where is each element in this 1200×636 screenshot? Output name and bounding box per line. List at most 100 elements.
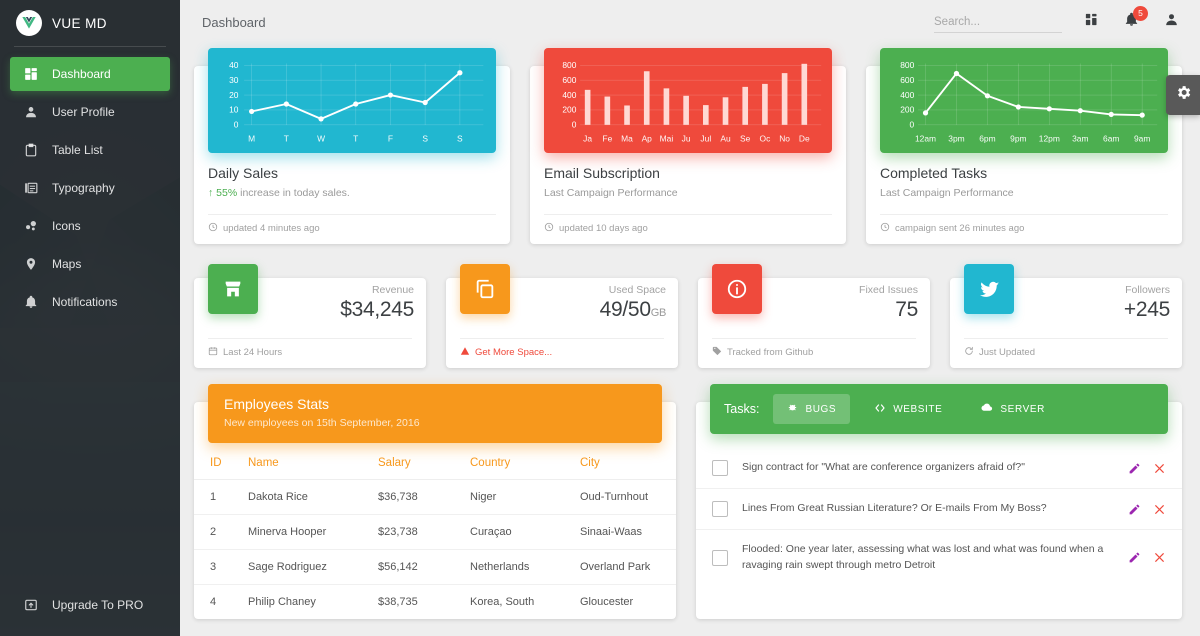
table-row[interactable]: 4 Philip Chaney $38,735 Korea, South Glo… [194,585,676,620]
task-checkbox[interactable] [712,501,728,517]
task-actions [1128,462,1166,475]
stat-footer: Get More Space... [460,338,664,359]
cell-id: 3 [194,549,240,585]
topbar: Dashboard 5 [180,0,1200,44]
svg-text:10: 10 [229,105,239,115]
card-employees-stats: Employees Stats New employees on 15th Se… [194,384,676,620]
bubble-chart-icon [22,219,40,233]
cell-id: 1 [194,479,240,515]
svg-text:800: 800 [562,60,576,70]
table-header: ID Name Salary Country City [194,443,676,480]
card-title: Daily Sales [208,165,279,181]
svg-text:200: 200 [900,105,914,115]
completed-tasks-chart[interactable]: 800 600 400 200 0 12am 3pm 6pm 9pm 12pm 3am 6am… [880,48,1168,153]
unarchive-icon [22,598,40,612]
svg-text:200: 200 [562,105,576,115]
task-text: Lines From Great Russian Literature? Or … [742,502,1047,515]
update-icon [964,346,974,359]
sidebar-item-label: Maps [52,257,82,271]
card-email-subscription: 800 600 400 200 0 Ja Fe Ma Ap Mai Ju Jul… [530,48,846,244]
sidebar-item-label: User Profile [52,105,115,119]
stat-footer: Tracked from Github [712,338,916,359]
sidebar-item-table-list[interactable]: Table List [10,133,170,167]
card-tasks: Tasks: BUGS WEBSITE SERVER Sign contract… [696,384,1182,619]
card-completed-tasks: 800 600 400 200 0 12am 3pm 6pm 9pm 12pm 3am 6am… [866,48,1182,244]
user-menu-button[interactable] [1160,11,1182,33]
table-row[interactable]: 3 Sage Rodriguez $56,142 Netherlands Ove… [194,549,676,585]
svg-text:M: M [248,134,255,144]
sidebar-logo[interactable]: VUE MD [0,0,180,46]
dashboard-app: VUE MD Dashboard User Profile Table List… [0,0,1200,636]
bug-icon [787,402,798,416]
brand-name: VUE MD [52,15,107,31]
cell-country: Niger [462,479,572,515]
cell-country: Korea, South [470,596,535,608]
clock-icon [880,222,890,235]
email-subscription-chart[interactable]: 800 600 400 200 0 Ja Fe Ma Ap Mai Ju Jul… [544,48,832,153]
edit-task-button[interactable] [1128,503,1141,516]
sidebar-item-dashboard[interactable]: Dashboard [10,57,170,91]
table-row[interactable]: 1 Dakota Rice $36,738 Niger Oud-Turnhout [194,479,676,515]
upgrade-to-pro-button[interactable]: Upgrade To PRO [10,588,170,622]
topbar-actions: 5 [934,6,1182,33]
clipboard-icon [22,143,40,157]
footer-text: campaign sent 26 minutes ago [895,223,1025,234]
tab-server[interactable]: SERVER [966,393,1059,425]
svg-text:9pm: 9pm [1010,134,1026,144]
svg-text:Mai: Mai [660,134,674,144]
notifications-button[interactable]: 5 [1120,6,1148,33]
trend-value: 55% [216,187,238,199]
email-subscription-svg: 800600400 2000 Ja Fe Ma Ap Mai Ju Jul Au… [562,60,822,144]
svg-text:Ap: Ap [642,134,653,144]
card-footer: updated 10 days ago [544,214,832,244]
stat-value: +245 [1123,298,1170,321]
card-footer: campaign sent 26 minutes ago [880,214,1168,244]
daily-sales-svg: 40 30 20 10 0 M T W T F S S [229,60,484,144]
tab-bugs[interactable]: BUGS [773,394,851,424]
trend-up-icon: ↑ [208,187,214,199]
task-checkbox[interactable] [712,549,728,566]
sidebar-item-notifications[interactable]: Notifications [10,285,170,319]
daily-sales-chart[interactable]: 40 30 20 10 0 M T W T F S S [208,48,496,153]
card-subtitle: Last Campaign Performance [544,187,678,199]
apps-grid-button[interactable] [1080,11,1102,33]
svg-text:3am: 3am [1072,134,1088,144]
tab-website[interactable]: WEBSITE [860,394,956,425]
delete-task-button[interactable] [1153,503,1166,516]
sidebar-item-label: Notifications [52,295,118,309]
cell-name: Philip Chaney [248,596,316,608]
stat-footer-text: Just Updated [979,347,1035,358]
table-row[interactable]: 2 Minerva Hooper $23,738 Curaçao Sinaai-… [194,514,676,550]
search-input[interactable] [934,12,1062,33]
search-field [934,12,1062,33]
svg-text:400: 400 [900,90,914,100]
cell-country: Netherlands [462,549,572,585]
task-checkbox[interactable] [712,460,728,476]
sidebar-item-icons[interactable]: Icons [10,209,170,243]
svg-text:600: 600 [562,75,576,85]
cell-country: Curaçao [462,514,572,550]
stat-value-unit: GB [650,307,667,319]
sidebar-item-typography[interactable]: Typography [10,171,170,205]
edit-task-button[interactable] [1128,462,1141,475]
code-icon [874,402,886,417]
tasks-list: Sign contract for "What are conference o… [696,434,1182,586]
delete-task-button[interactable] [1153,551,1166,564]
calendar-icon [208,346,218,359]
footer-text: updated 4 minutes ago [223,223,320,234]
edit-task-button[interactable] [1128,551,1141,564]
card-footer: updated 4 minutes ago [208,214,496,244]
upgrade-label: Upgrade To PRO [52,598,144,612]
svg-text:Jul: Jul [700,134,711,144]
sidebar-item-maps[interactable]: Maps [10,247,170,281]
card-daily-sales: 40 30 20 10 0 MTW TFS S Daily Sales ↑ 55… [194,48,510,244]
sidebar-divider [14,46,166,47]
delete-task-button[interactable] [1153,462,1166,475]
sidebar-item-user-profile[interactable]: User Profile [10,95,170,129]
settings-panel-toggle[interactable] [1166,75,1200,115]
table-body: 1 Dakota Rice $36,738 Niger Oud-Turnhout… [194,479,676,620]
warning-icon [460,346,470,359]
employees-subtitle: New employees on 15th September, 2016 [224,417,420,429]
get-more-space-link[interactable]: Get More Space... [475,347,552,358]
task-row: Sign contract for "What are conference o… [696,448,1182,489]
